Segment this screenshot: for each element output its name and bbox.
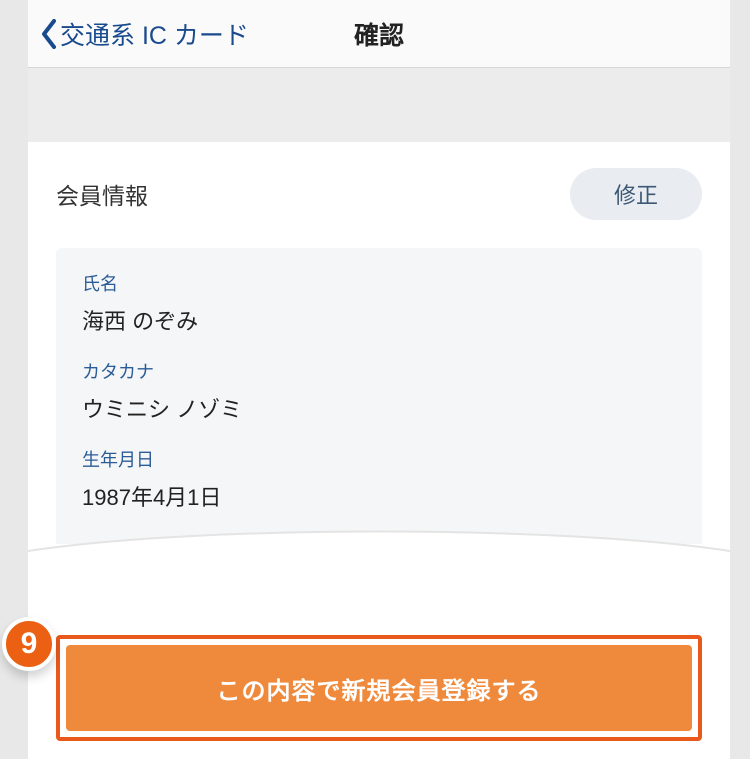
cta-highlight-frame: この内容で新規会員登録する <box>56 635 702 741</box>
header-gap <box>28 68 730 142</box>
screen-frame: 交通系 IC カード 確認 会員情報 修正 氏名 海西 のぞみ カタカナ ウミニ… <box>28 0 730 759</box>
field-kana-value: ウミニシ ノゾミ <box>82 392 676 424</box>
field-kana: カタカナ ウミニシ ノゾミ <box>82 358 676 424</box>
field-dob: 生年月日 1987年4月1日 <box>82 446 676 512</box>
section-title: 会員情報 <box>56 177 148 211</box>
bottom-cta-area: この内容で新規会員登録する <box>28 625 730 759</box>
field-dob-value: 1987年4月1日 <box>82 480 676 512</box>
field-name-label: 氏名 <box>82 270 676 296</box>
back-button[interactable]: 交通系 IC カード <box>28 0 257 67</box>
field-name: 氏名 海西 のぞみ <box>82 270 676 336</box>
back-label: 交通系 IC カード <box>60 16 249 52</box>
register-button[interactable]: この内容で新規会員登録する <box>66 645 692 731</box>
nav-header: 交通系 IC カード 確認 <box>28 0 730 68</box>
chevron-left-icon <box>40 19 58 49</box>
page-title: 確認 <box>354 16 404 52</box>
field-kana-label: カタカナ <box>82 358 676 384</box>
content-area: 会員情報 修正 氏名 海西 のぞみ カタカナ ウミニシ ノゾミ 生年月日 198… <box>28 142 730 544</box>
section-header: 会員情報 修正 <box>56 168 702 220</box>
step-badge: 9 <box>2 617 56 671</box>
field-name-value: 海西 のぞみ <box>82 304 676 336</box>
field-dob-label: 生年月日 <box>82 446 676 472</box>
edit-button[interactable]: 修正 <box>570 168 702 220</box>
step-number: 9 <box>21 627 38 661</box>
member-info-card: 氏名 海西 のぞみ カタカナ ウミニシ ノゾミ 生年月日 1987年4月1日 <box>56 248 702 544</box>
